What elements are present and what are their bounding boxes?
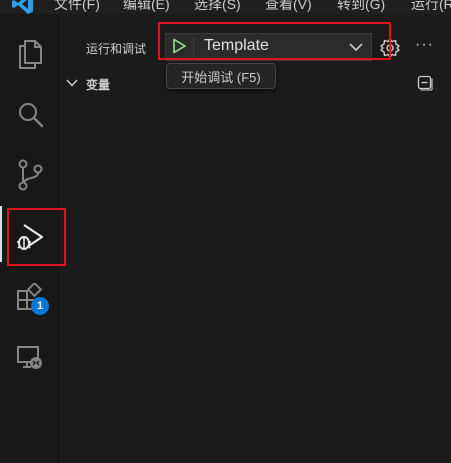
activity-source-control[interactable] xyxy=(12,157,48,193)
variables-section-title: 变量 xyxy=(86,78,111,92)
highlight-box-run-debug xyxy=(7,208,66,266)
files-icon xyxy=(19,40,42,69)
highlight-box-debug-config xyxy=(158,22,391,60)
extensions-badge: 1 xyxy=(31,297,49,315)
menu-selection[interactable]: 选择(S) xyxy=(194,0,241,13)
chevron-down-icon[interactable] xyxy=(66,78,78,88)
remote-explorer-icon xyxy=(17,346,42,369)
activity-search[interactable] xyxy=(12,97,48,133)
vscode-logo-icon xyxy=(12,0,33,14)
activity-remote-explorer[interactable] xyxy=(12,340,48,376)
sidebar-title: 运行和调试 xyxy=(86,42,147,56)
menu-go[interactable]: 转到(G) xyxy=(337,0,385,13)
active-indicator xyxy=(0,206,2,262)
ellipsis-icon[interactable]: ··· xyxy=(415,36,434,54)
menu-run[interactable]: 运行(R xyxy=(411,0,451,13)
collapse-all-icon[interactable] xyxy=(417,75,433,91)
menu-edit[interactable]: 编辑(E) xyxy=(123,0,170,13)
menu-bar: 文件(F) 编辑(E) 选择(S) 查看(V) 转到(G) 运行(R xyxy=(0,0,451,14)
source-control-icon xyxy=(18,159,43,191)
activity-explorer[interactable] xyxy=(12,36,48,72)
variables-section-header[interactable] xyxy=(60,72,451,94)
search-icon xyxy=(19,103,44,128)
menu-view[interactable]: 查看(V) xyxy=(265,0,312,13)
menu-file[interactable]: 文件(F) xyxy=(54,0,100,13)
